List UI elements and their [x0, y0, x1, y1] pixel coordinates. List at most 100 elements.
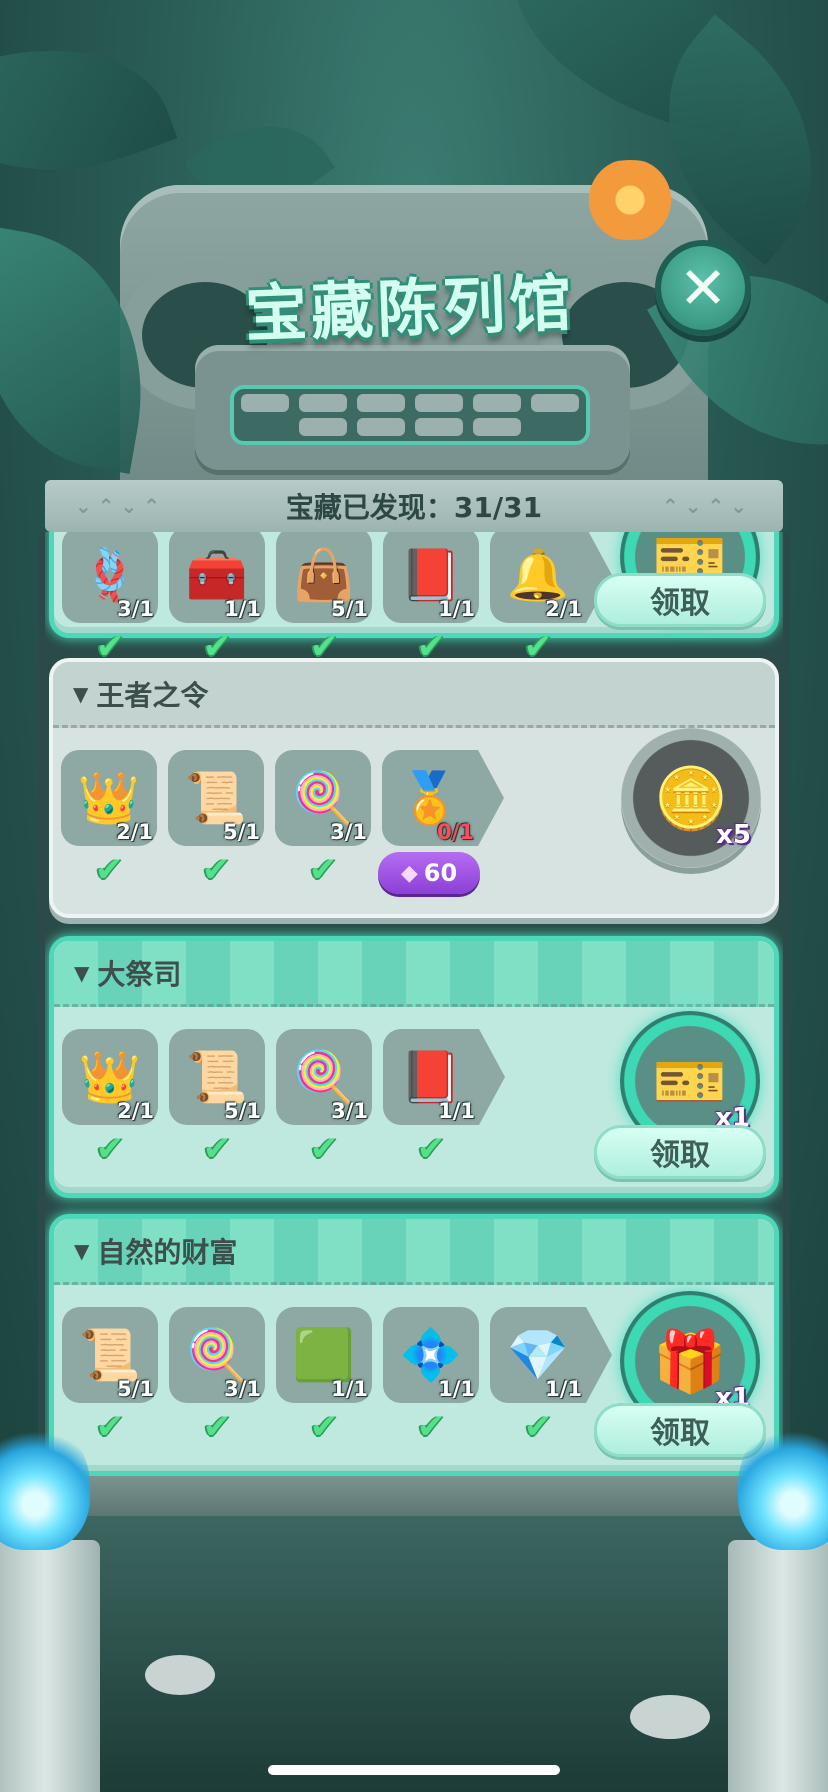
check-icon: ✔: [201, 850, 231, 890]
set-reward[interactable]: 🪙 x5: [621, 728, 761, 868]
set-title: 自然的财富: [97, 1235, 238, 1269]
collection-set-card: ▼ 自然的财富 📜 5/1 ✔ 🍭 3/1 ✔ 🟩 1/1 ✔ 💠 1/1 ✔ …: [49, 1214, 779, 1476]
collection-item[interactable]: 📜 5/1 ✔: [62, 1307, 158, 1447]
set-items-row: 📜 5/1 ✔ 🍭 3/1 ✔ 🟩 1/1 ✔ 💠 1/1 ✔ 💎 1/1 ✔: [62, 1307, 612, 1447]
chevron-down-icon: ▼: [74, 960, 90, 985]
item-count: 2/1: [117, 1099, 154, 1123]
mickey-medallion-icon: 🏅 0/1: [382, 750, 504, 846]
claim-button[interactable]: 领取: [594, 1403, 766, 1457]
check-icon: ✔: [95, 1407, 125, 1447]
item-count: 1/1: [438, 1377, 475, 1401]
collection-item[interactable]: 🍭 3/1 ✔: [275, 750, 371, 894]
check-icon: ✔: [309, 1129, 339, 1169]
rock: [630, 1695, 710, 1739]
collection-item[interactable]: 🪢 3/1 ✔: [62, 532, 158, 664]
discovered-counter: 宝藏已发现：31/31: [285, 491, 543, 524]
jungle-leaf: [0, 6, 178, 214]
collection-set-card: ▼ 王者之令 👑 2/1 ✔ 📜 5/1 ✔ 🍭 3/1 ✔ 🏅 0/1 ◆ 6…: [49, 658, 779, 918]
claim-button[interactable]: 领取: [594, 573, 766, 627]
scroll-icon: 📜 5/1: [168, 750, 264, 846]
set-header[interactable]: ▼ 大祭司: [54, 941, 774, 1007]
set-title: 王者之令: [96, 678, 209, 712]
collection-item[interactable]: 💎 1/1 ✔: [490, 1307, 612, 1447]
blue-crystal-icon: 💠 1/1: [383, 1307, 479, 1403]
item-count: 3/1: [331, 1099, 368, 1123]
check-icon: ✔: [416, 1129, 446, 1169]
claim-button[interactable]: 领取: [594, 1125, 766, 1179]
item-count: 1/1: [438, 597, 475, 621]
collection-item[interactable]: 🍭 3/1 ✔: [276, 1029, 372, 1169]
collection-item[interactable]: 📜 5/1 ✔: [169, 1029, 265, 1169]
item-count: 1/1: [224, 597, 261, 621]
green-cube-gem-icon: 🟩 1/1: [276, 1307, 372, 1403]
discovered-counter-bar: ⌄⌃⌄⌃ 宝藏已发现：31/31 ⌃⌄⌃⌄: [45, 480, 783, 532]
check-icon: ✔: [523, 1407, 553, 1447]
reward-quantity: x5: [716, 820, 751, 850]
item-count: 1/1: [331, 1377, 368, 1401]
chevron-pattern-icon: ⌄⌃⌄⌃: [75, 494, 167, 518]
item-count: 0/1: [437, 820, 474, 844]
buy-with-gems-button[interactable]: ◆ 60: [378, 852, 480, 894]
check-icon: ✔: [309, 1407, 339, 1447]
mickey-scepter-icon: 🍭 3/1: [275, 750, 371, 846]
chevron-down-icon: ▼: [74, 1238, 90, 1263]
golden-crown-icon: 👑 2/1: [61, 750, 157, 846]
gem-icon: ◆: [400, 860, 418, 886]
treasure-chest-icon: 🧰 1/1: [169, 532, 265, 623]
mickey-scepter-icon: 🍭 3/1: [169, 1307, 265, 1403]
check-icon: ✔: [202, 1407, 232, 1447]
collection-list[interactable]: 🪢 3/1 ✔ 🧰 1/1 ✔ 👜 5/1 ✔ 📕 1/1 ✔ 🔔 2/1 ✔ …: [45, 532, 783, 1480]
item-count: 5/1: [331, 597, 368, 621]
chevron-pattern-icon: ⌃⌄⌃⌄: [661, 494, 753, 518]
collection-set-card: 🪢 3/1 ✔ 🧰 1/1 ✔ 👜 5/1 ✔ 📕 1/1 ✔ 🔔 2/1 ✔ …: [49, 532, 779, 664]
close-button[interactable]: ✕: [655, 240, 751, 336]
collection-item[interactable]: 🟩 1/1 ✔: [276, 1307, 372, 1447]
collection-item[interactable]: 🍭 3/1 ✔: [169, 1307, 265, 1447]
set-items-row: 👑 2/1 ✔ 📜 5/1 ✔ 🍭 3/1 ✔ 📕 1/1 ✔: [62, 1029, 505, 1169]
mickey-scepter-icon: 🍭 3/1: [276, 1029, 372, 1125]
scroll-icon: 📜 5/1: [62, 1307, 158, 1403]
collection-item[interactable]: 🔔 2/1 ✔: [490, 532, 612, 664]
gem-price: 60: [423, 859, 458, 887]
stone-ledge: [38, 1476, 790, 1516]
collection-item[interactable]: 👑 2/1 ✔: [61, 750, 157, 894]
book-icon: 📕 1/1: [383, 1029, 505, 1125]
set-header[interactable]: ▼ 王者之令: [53, 662, 775, 728]
temple-floor: [0, 1516, 828, 1792]
item-count: 5/1: [223, 820, 260, 844]
chevron-down-icon: ▼: [73, 681, 89, 706]
check-icon: ✔: [202, 1129, 232, 1169]
check-icon: ✔: [95, 1129, 125, 1169]
collection-item[interactable]: 💠 1/1 ✔: [383, 1307, 479, 1444]
item-count: 3/1: [330, 820, 367, 844]
treasure-slot-board: [230, 385, 590, 445]
golden-crown-icon: 👑 2/1: [62, 1029, 158, 1125]
book-icon: 📕 1/1: [383, 532, 479, 623]
game-background: 宝藏陈列馆 ✕ ⌄⌃⌄⌃ 宝藏已发现：31/31 ⌃⌄⌃⌄ 🪢 3/1 ✔ 🧰 1/…: [0, 0, 828, 1792]
stone-pillar: [728, 1540, 828, 1792]
check-icon: ✔: [94, 850, 124, 890]
collection-item[interactable]: 🏅 0/1 ◆ 60: [378, 750, 504, 894]
diamond-icon: 💎 1/1: [490, 1307, 612, 1403]
collection-item[interactable]: 📕 1/1 ✔: [383, 1029, 505, 1169]
set-header[interactable]: ▼ 自然的财富: [54, 1219, 774, 1285]
collection-item[interactable]: 👜 5/1 ✔: [276, 532, 372, 664]
collection-item[interactable]: 🧰 1/1 ✔: [169, 532, 265, 664]
item-count: 5/1: [224, 1099, 261, 1123]
collection-set-card: ▼ 大祭司 👑 2/1 ✔ 📜 5/1 ✔ 🍭 3/1 ✔ 📕 1/1 ✔ 🎫 …: [49, 936, 779, 1198]
collection-item[interactable]: 📕 1/1 ✔: [383, 532, 479, 664]
bell-icon: 🔔 2/1: [490, 532, 612, 623]
home-indicator[interactable]: [268, 1765, 560, 1775]
item-count: 3/1: [224, 1377, 261, 1401]
item-count: 5/1: [117, 1377, 154, 1401]
item-count: 2/1: [116, 820, 153, 844]
set-items-row: 👑 2/1 ✔ 📜 5/1 ✔ 🍭 3/1 ✔ 🏅 0/1 ◆ 60: [61, 750, 504, 894]
scroll-icon: 📜 5/1: [169, 1029, 265, 1125]
collection-item[interactable]: 👑 2/1 ✔: [62, 1029, 158, 1169]
orange-flower-icon: [575, 160, 685, 240]
rope-ring-icon: 🪢 3/1: [62, 532, 158, 623]
set-title: 大祭司: [97, 957, 182, 991]
check-icon: ✔: [308, 850, 338, 890]
collection-item[interactable]: 📜 5/1 ✔: [168, 750, 264, 894]
stone-pillar: [0, 1540, 100, 1792]
